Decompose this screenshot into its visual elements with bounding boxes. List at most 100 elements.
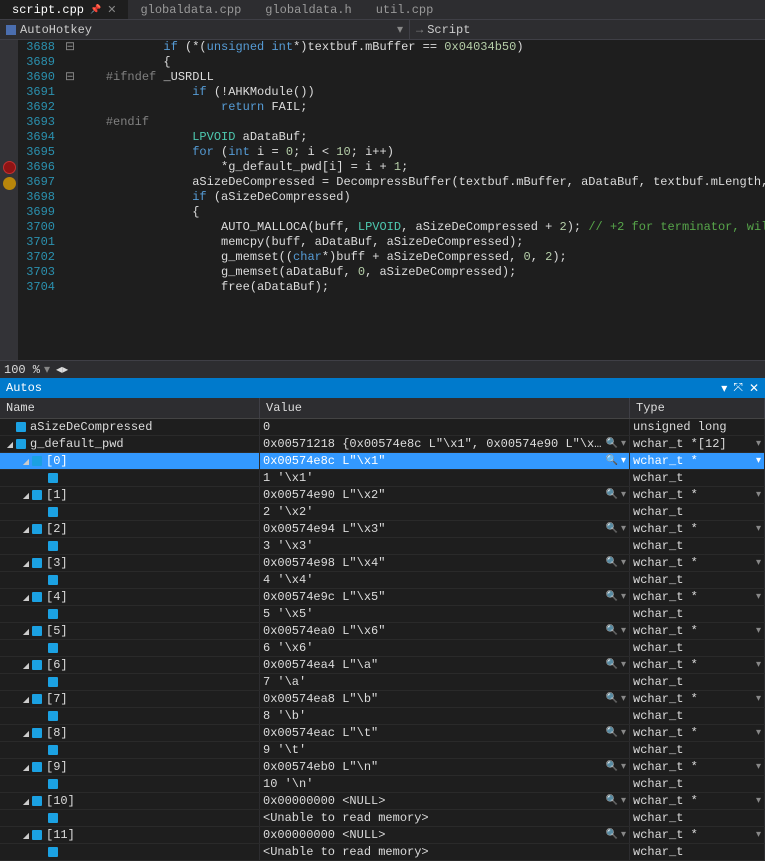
chevron-down-icon[interactable]: ▾ xyxy=(756,557,761,569)
fold-toggle[interactable] xyxy=(63,190,77,205)
chevron-down-icon[interactable]: ▾ xyxy=(756,438,761,450)
code-line[interactable]: #ifndef _USRDLL xyxy=(77,70,765,85)
expand-toggle[interactable] xyxy=(22,692,32,706)
code-area[interactable]: if (*(unsigned int*)textbuf.mBuffer == 0… xyxy=(77,40,765,360)
variable-row[interactable]: g_default_pwd0x00571218 {0x00574e8c L"\x… xyxy=(0,436,765,453)
variable-row[interactable]: [11]0x00000000 <NULL>🔍▾wchar_t *▾ xyxy=(0,827,765,844)
visualizer-icon[interactable]: 🔍 xyxy=(606,438,618,450)
chevron-down-icon[interactable]: ▾ xyxy=(621,829,626,841)
breakpoint-icon[interactable] xyxy=(3,177,16,190)
variable-row[interactable]: [8]0x00574eac L"\t"🔍▾wchar_t *▾ xyxy=(0,725,765,742)
chevron-down-icon[interactable]: ▾ xyxy=(621,693,626,705)
chevron-down-icon[interactable]: ▾ xyxy=(756,489,761,501)
expand-toggle[interactable] xyxy=(22,794,32,808)
chevron-down-icon[interactable]: ▾ xyxy=(621,761,626,773)
code-line[interactable]: { xyxy=(77,55,765,70)
expand-toggle[interactable] xyxy=(22,760,32,774)
pin-icon[interactable]: ⤧ xyxy=(733,381,743,396)
scroll-left-icon[interactable]: ◂ xyxy=(50,362,62,377)
visualizer-icon[interactable]: 🔍 xyxy=(606,489,618,501)
visualizer-icon[interactable]: 🔍 xyxy=(606,727,618,739)
variable-row[interactable]: 1 '\x1'wchar_t xyxy=(0,470,765,487)
code-line[interactable]: if (*(unsigned int*)textbuf.mBuffer == 0… xyxy=(77,40,765,55)
fold-toggle[interactable]: ⊟ xyxy=(63,40,77,55)
expand-toggle[interactable] xyxy=(22,726,32,740)
code-line[interactable]: return FAIL; xyxy=(77,100,765,115)
chevron-down-icon[interactable]: ▾ xyxy=(621,489,626,501)
code-line[interactable]: memcpy(buff, aDataBuf, aSizeDeCompressed… xyxy=(77,235,765,250)
tab-util-cpp[interactable]: util.cpp xyxy=(364,0,446,19)
expand-toggle[interactable] xyxy=(22,556,32,570)
code-line[interactable]: #endif xyxy=(77,115,765,130)
variable-row[interactable]: [9]0x00574eb0 L"\n"🔍▾wchar_t *▾ xyxy=(0,759,765,776)
column-name[interactable]: Name xyxy=(0,398,260,418)
chevron-down-icon[interactable]: ▾ xyxy=(621,557,626,569)
code-line[interactable]: { xyxy=(77,205,765,220)
fold-toggle[interactable] xyxy=(63,235,77,250)
code-line[interactable]: g_memset(aDataBuf, 0, aSizeDeCompressed)… xyxy=(77,265,765,280)
chevron-down-icon[interactable]: ▾ xyxy=(756,523,761,535)
variable-row[interactable]: 10 '\n'wchar_t xyxy=(0,776,765,793)
visualizer-icon[interactable]: 🔍 xyxy=(606,523,618,535)
fold-gutter[interactable]: ⊟⊟ xyxy=(63,40,77,360)
fold-toggle[interactable]: ⊟ xyxy=(63,70,77,85)
variable-row[interactable]: aSizeDeCompressed0unsigned long xyxy=(0,419,765,436)
expand-toggle[interactable] xyxy=(22,658,32,672)
fold-toggle[interactable] xyxy=(63,280,77,295)
chevron-down-icon[interactable]: ▾ xyxy=(621,727,626,739)
code-editor[interactable]: 3688368936903691369236933694369536963697… xyxy=(0,40,765,360)
code-line[interactable]: free(aDataBuf); xyxy=(77,280,765,295)
fold-toggle[interactable] xyxy=(63,115,77,130)
visualizer-icon[interactable]: 🔍 xyxy=(606,557,618,569)
chevron-down-icon[interactable]: ▾ xyxy=(756,625,761,637)
variable-row[interactable]: [7]0x00574ea8 L"\b"🔍▾wchar_t *▾ xyxy=(0,691,765,708)
variable-row[interactable]: [5]0x00574ea0 L"\x6"🔍▾wchar_t *▾ xyxy=(0,623,765,640)
chevron-down-icon[interactable]: ▾ xyxy=(621,795,626,807)
chevron-down-icon[interactable]: ▾ xyxy=(756,761,761,773)
code-line[interactable]: *g_default_pwd[i] = i + 1; xyxy=(77,160,765,175)
chevron-down-icon[interactable]: ▾ xyxy=(756,455,761,467)
variable-row[interactable]: 3 '\x3'wchar_t xyxy=(0,538,765,555)
chevron-down-icon[interactable]: ▾ xyxy=(756,693,761,705)
variable-row[interactable]: <Unable to read memory>wchar_t xyxy=(0,844,765,861)
visualizer-icon[interactable]: 🔍 xyxy=(606,761,618,773)
breakpoint-gutter[interactable] xyxy=(0,40,18,360)
chevron-down-icon[interactable]: ▾ xyxy=(756,727,761,739)
window-menu-icon[interactable]: ▾ xyxy=(721,381,727,396)
variable-row[interactable]: 2 '\x2'wchar_t xyxy=(0,504,765,521)
close-icon[interactable]: ✕ xyxy=(749,381,759,396)
chevron-down-icon[interactable]: ▾ xyxy=(756,659,761,671)
variable-row[interactable]: 6 '\x6'wchar_t xyxy=(0,640,765,657)
fold-toggle[interactable] xyxy=(63,145,77,160)
fold-toggle[interactable] xyxy=(63,250,77,265)
tab-script-cpp[interactable]: script.cpp📌✕ xyxy=(0,0,128,19)
variable-row[interactable]: [4]0x00574e9c L"\x5"🔍▾wchar_t *▾ xyxy=(0,589,765,606)
chevron-down-icon[interactable]: ▾ xyxy=(621,625,626,637)
variable-row[interactable]: [1]0x00574e90 L"\x2"🔍▾wchar_t *▾ xyxy=(0,487,765,504)
chevron-down-icon[interactable]: ▾ xyxy=(756,829,761,841)
variable-row[interactable]: 4 '\x4'wchar_t xyxy=(0,572,765,589)
tab-globaldata-cpp[interactable]: globaldata.cpp xyxy=(128,0,253,19)
variable-row[interactable]: [6]0x00574ea4 L"\a"🔍▾wchar_t *▾ xyxy=(0,657,765,674)
visualizer-icon[interactable]: 🔍 xyxy=(606,829,618,841)
expand-toggle[interactable] xyxy=(22,488,32,502)
variable-row[interactable]: 9 '\t'wchar_t xyxy=(0,742,765,759)
visualizer-icon[interactable]: 🔍 xyxy=(606,795,618,807)
expand-toggle[interactable] xyxy=(22,522,32,536)
scroll-right-icon[interactable]: ▸ xyxy=(62,362,68,377)
pin-icon[interactable]: 📌 xyxy=(90,5,101,15)
close-icon[interactable]: ✕ xyxy=(107,3,116,17)
fold-toggle[interactable] xyxy=(63,220,77,235)
member-dropdown[interactable]: → Script xyxy=(410,20,765,39)
variable-row[interactable]: 5 '\x5'wchar_t xyxy=(0,606,765,623)
zoom-level[interactable]: 100 % xyxy=(4,363,40,377)
variable-row[interactable]: <Unable to read memory>wchar_t xyxy=(0,810,765,827)
expand-toggle[interactable] xyxy=(22,454,32,468)
code-line[interactable]: if (aSizeDeCompressed) xyxy=(77,190,765,205)
column-type[interactable]: Type xyxy=(630,398,765,418)
fold-toggle[interactable] xyxy=(63,85,77,100)
fold-toggle[interactable] xyxy=(63,55,77,70)
visualizer-icon[interactable]: 🔍 xyxy=(606,591,618,603)
expand-toggle[interactable] xyxy=(22,624,32,638)
fold-toggle[interactable] xyxy=(63,205,77,220)
